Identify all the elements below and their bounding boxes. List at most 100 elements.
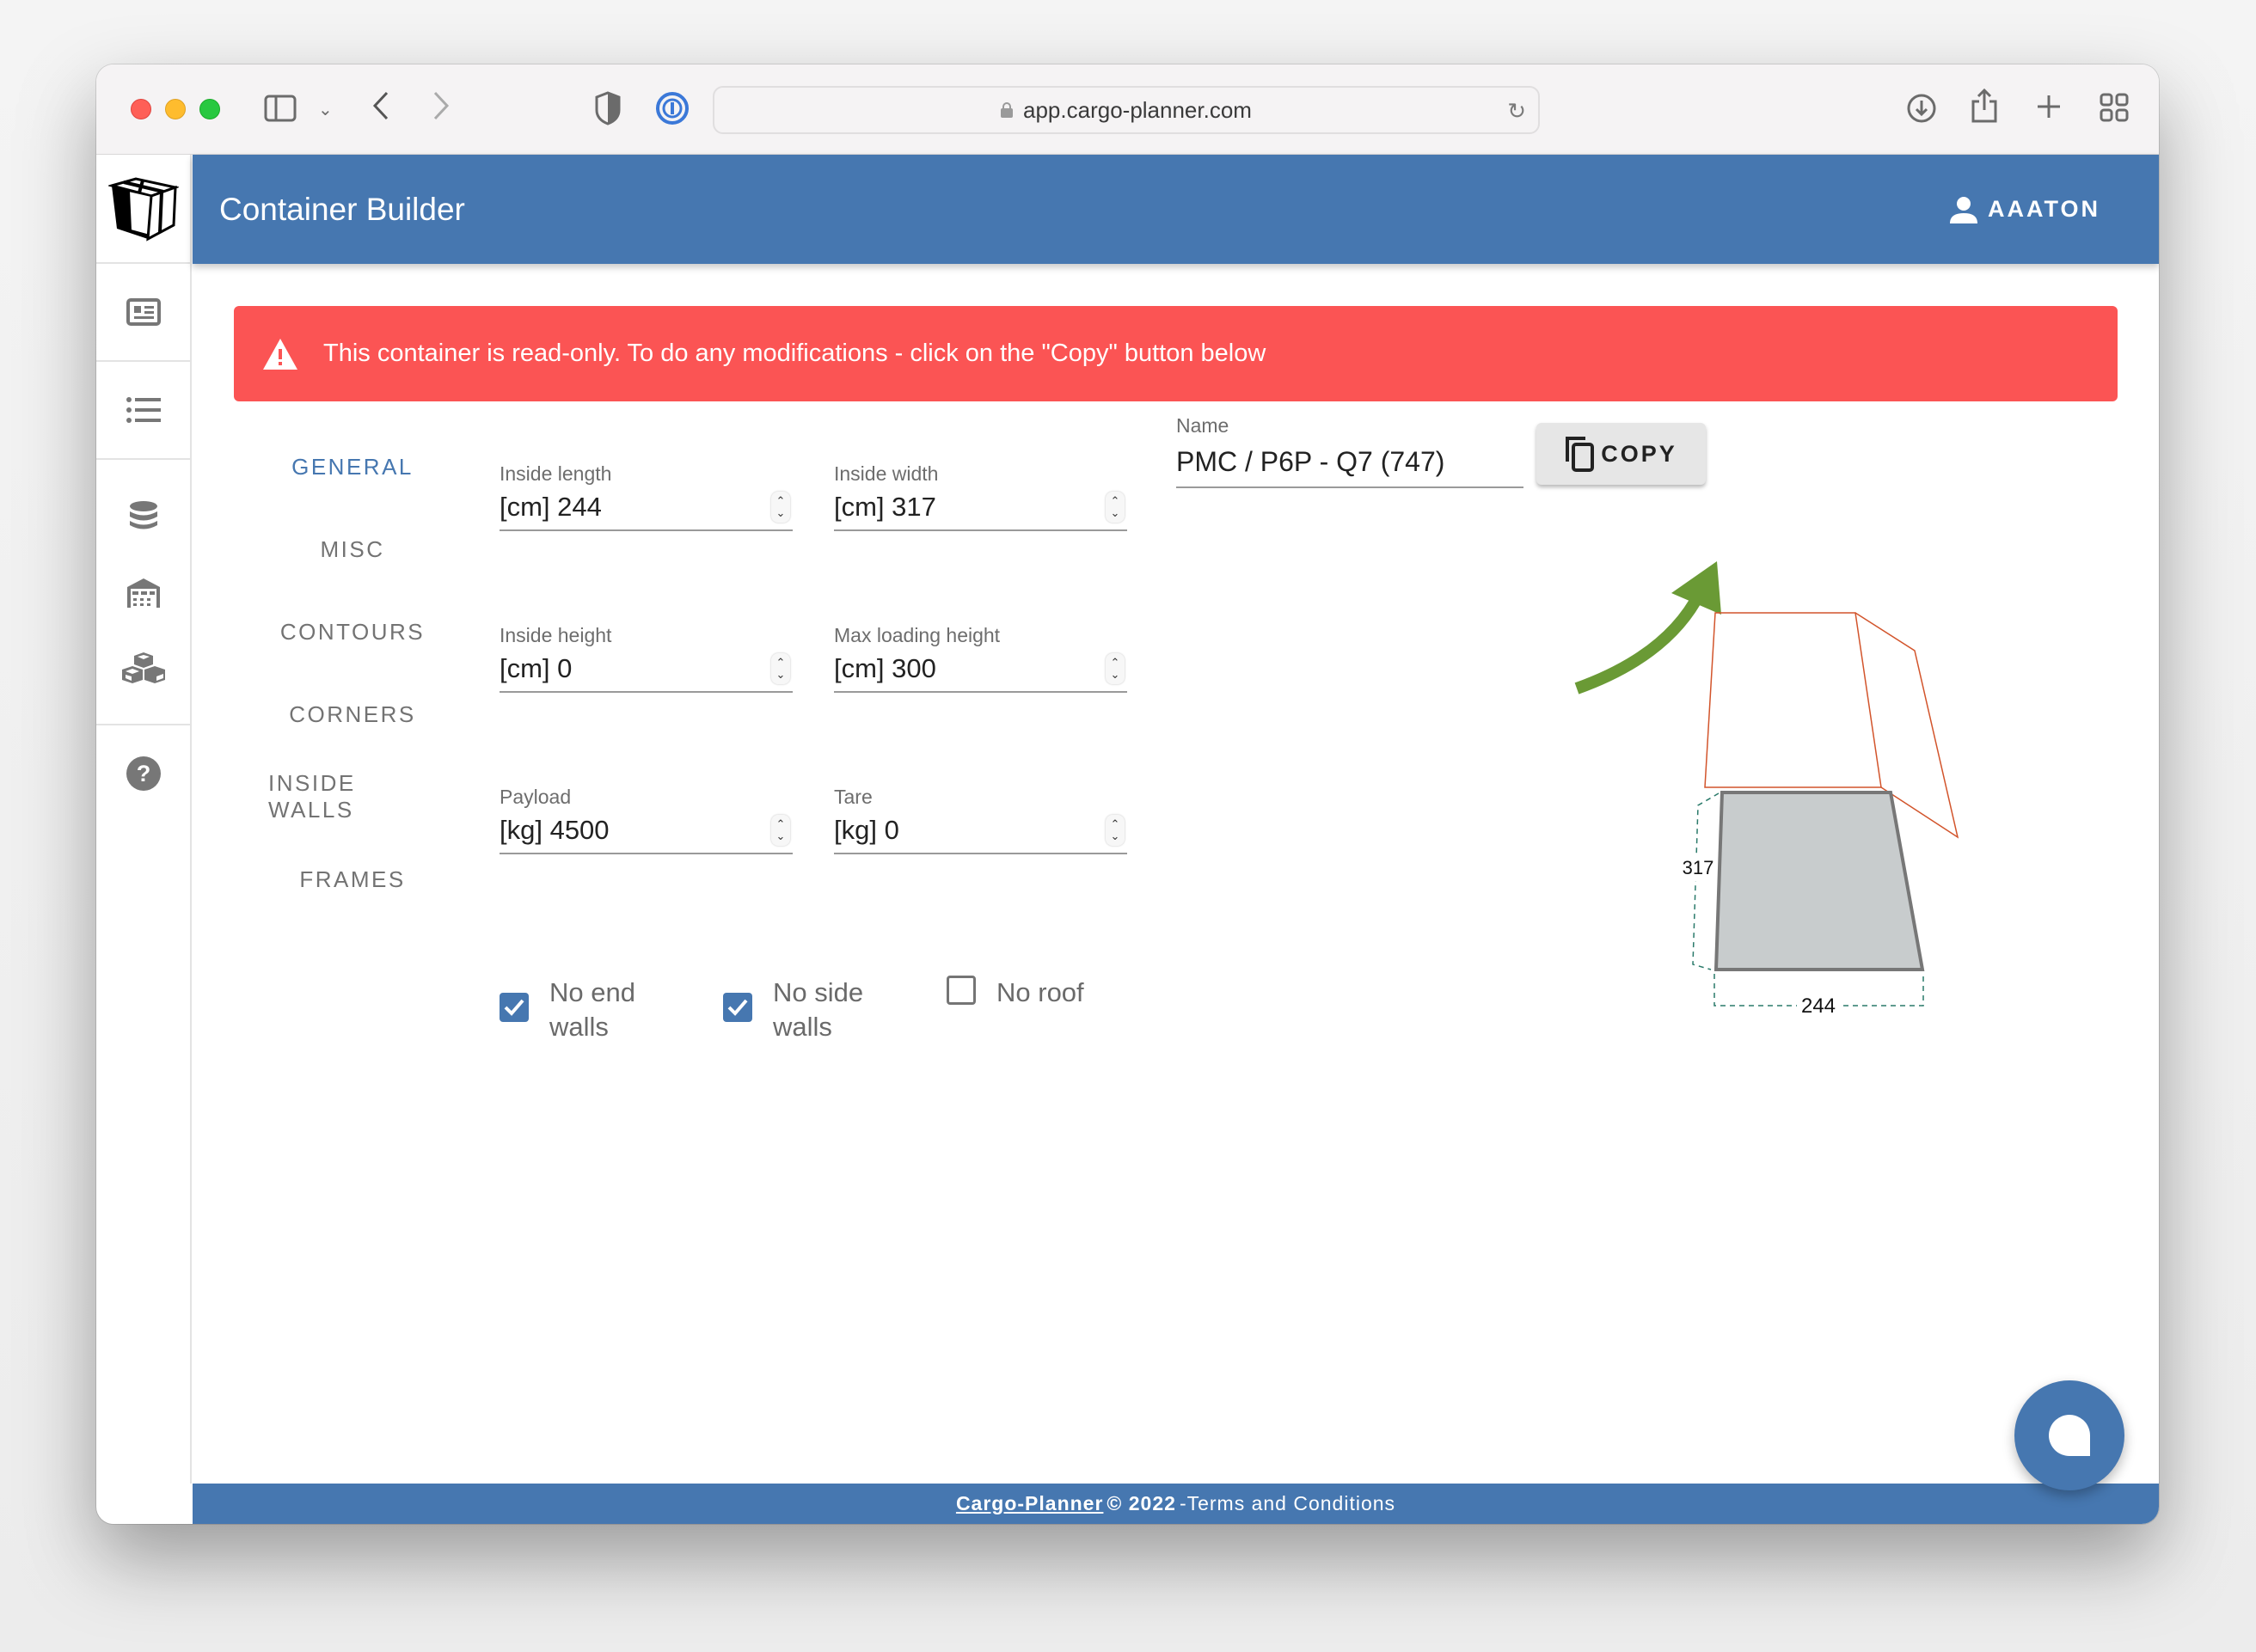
sidebar-item-help[interactable]: ? [96, 725, 190, 822]
app-sidebar: ? [96, 155, 192, 1484]
max-loading-height-value[interactable]: [cm] 300 [834, 653, 936, 684]
no-end-walls-checkbox[interactable]: No end walls [500, 976, 723, 1044]
inside-length-label: Inside length [500, 462, 612, 485]
tab-contours[interactable]: CONTOURS [268, 590, 437, 673]
sidebar-section-data [96, 460, 190, 725]
payload-stepper[interactable]: ⌃ ⌄ [771, 815, 790, 846]
tab-frames[interactable]: FRAMES [268, 838, 437, 921]
zoom-window-button[interactable] [199, 99, 220, 119]
copy-button-label: COPY [1601, 440, 1677, 467]
payload-value[interactable]: [kg] 4500 [500, 815, 610, 846]
sidebar-item-database[interactable] [96, 477, 190, 554]
annotation-arrow [1574, 590, 1706, 694]
inside-height-field[interactable]: Inside height [cm] 0 ⌃ ⌄ [500, 624, 793, 693]
name-label: Name [1176, 414, 1229, 437]
inside-length-value[interactable]: [cm] 244 [500, 492, 602, 523]
max-loading-height-field[interactable]: Max loading height [cm] 300 ⌃ ⌄ [834, 624, 1127, 693]
download-icon[interactable] [1906, 93, 1937, 124]
tare-stepper[interactable]: ⌃ ⌄ [1106, 815, 1125, 846]
sidebar-item-loadplans[interactable] [96, 264, 190, 360]
inside-width-value[interactable]: [cm] 317 [834, 492, 936, 523]
copyright-text: © 2022 [1107, 1492, 1176, 1514]
tab-inside-walls[interactable]: INSIDE WALLS [268, 756, 437, 838]
inside-length-stepper[interactable]: ⌃ ⌄ [771, 492, 790, 523]
inside-width-stepper[interactable]: ⌃ ⌄ [1106, 492, 1125, 523]
svg-text:?: ? [136, 761, 150, 786]
user-name: AAATON [1988, 196, 2100, 222]
tare-field[interactable]: Tare [kg] 0 ⌃ ⌄ [834, 786, 1127, 854]
no-end-walls-label: No end walls [549, 977, 635, 1042]
container-floor [1713, 791, 1925, 971]
sidebar-section-help: ? [96, 725, 190, 822]
app-logo-box-icon [107, 176, 179, 242]
user-icon [1950, 196, 1977, 223]
name-value[interactable]: PMC / P6P - Q7 (747) [1176, 446, 1444, 478]
warehouse-icon [126, 578, 160, 608]
reload-icon[interactable]: ↻ [1507, 98, 1526, 125]
password-manager-icon[interactable] [655, 91, 690, 125]
checkbox-checked-icon[interactable] [723, 993, 752, 1022]
forward-icon[interactable] [432, 90, 451, 121]
inside-length-field[interactable]: Inside length [cm] 244 ⌃ ⌄ [500, 462, 793, 531]
inside-height-value[interactable]: [cm] 0 [500, 653, 572, 684]
tab-corners[interactable]: CORNERS [268, 673, 437, 756]
tare-value[interactable]: [kg] 0 [834, 815, 899, 846]
address-bar[interactable]: app.cargo-planner.com ↻ [713, 86, 1540, 134]
no-side-walls-label: No side walls [773, 977, 864, 1042]
no-roof-checkbox[interactable]: No roof [947, 976, 1170, 1044]
minimize-window-button[interactable] [165, 99, 186, 119]
container-diagram: 317 244 [1574, 561, 1959, 1019]
payload-field[interactable]: Payload [kg] 4500 ⌃ ⌄ [500, 786, 793, 854]
checkbox-unchecked-icon[interactable] [947, 976, 976, 1005]
help-icon: ? [126, 756, 161, 791]
close-window-button[interactable] [131, 99, 151, 119]
share-icon[interactable] [1971, 88, 1998, 124]
payload-label: Payload [500, 786, 572, 808]
tab-general[interactable]: GENERAL [268, 425, 437, 508]
container-name-field[interactable]: Name PMC / P6P - Q7 (747) [1176, 414, 1523, 488]
copy-icon [1566, 437, 1595, 472]
app-logo[interactable] [96, 155, 190, 264]
tare-label: Tare [834, 786, 873, 808]
checkbox-checked-icon[interactable] [500, 993, 529, 1022]
cargo-boxes-icon [121, 652, 165, 683]
chevron-down-icon[interactable]: ⌄ [318, 99, 333, 120]
list-icon [126, 397, 161, 423]
tab-overview-icon[interactable] [2100, 93, 2129, 122]
inside-height-stepper[interactable]: ⌃ ⌄ [771, 653, 790, 684]
copy-button[interactable]: COPY [1536, 423, 1706, 485]
max-loading-height-label: Max loading height [834, 624, 1001, 646]
container-outline-front [1704, 612, 1882, 788]
sidebar-item-warehouse[interactable] [96, 554, 190, 630]
max-loading-height-stepper[interactable]: ⌃ ⌄ [1106, 653, 1125, 684]
browser-window: ⌄ app.cargo-planner.com ↻ ? Container Bu… [96, 64, 2159, 1524]
inside-width-field[interactable]: Inside width [cm] 317 ⌃ ⌄ [834, 462, 1127, 531]
inside-height-label: Inside height [500, 624, 612, 646]
user-menu-button[interactable]: AAATON [1950, 196, 2100, 223]
sidebar-toggle-icon[interactable] [264, 95, 297, 122]
sidebar-item-list[interactable] [96, 362, 190, 458]
container-tabs: GENERAL MISC CONTOURS CORNERS INSIDE WAL… [268, 425, 437, 921]
loadplans-card-icon [126, 298, 161, 326]
app-footer: Cargo-Planner © 2022 -Terms and Conditio… [193, 1484, 2159, 1524]
no-side-walls-checkbox[interactable]: No side walls [723, 976, 947, 1044]
read-only-alert: This container is read-only. To do any m… [234, 306, 2118, 401]
app-header: Container Builder AAATON [193, 155, 2159, 264]
brand-link[interactable]: Cargo-Planner [956, 1492, 1103, 1515]
no-roof-label: No roof [996, 977, 1084, 1007]
new-tab-icon[interactable] [2035, 93, 2063, 120]
database-icon [129, 500, 157, 529]
privacy-shield-icon[interactable] [595, 91, 621, 125]
width-dimension-label: 317 [1683, 857, 1714, 878]
back-icon[interactable] [371, 90, 390, 121]
chat-button[interactable] [2014, 1380, 2124, 1490]
sidebar-item-cargo[interactable] [96, 630, 190, 707]
inside-width-label: Inside width [834, 462, 939, 485]
page-title: Container Builder [219, 191, 465, 227]
tab-misc[interactable]: MISC [268, 508, 437, 590]
length-dimension-label: 244 [1801, 994, 1836, 1018]
sidebar-section-main [96, 264, 190, 362]
wall-options: No end walls No side walls No roof [500, 976, 1170, 1044]
terms-link[interactable]: -Terms and Conditions [1180, 1492, 1395, 1515]
url-text: app.cargo-planner.com [1023, 96, 1252, 123]
